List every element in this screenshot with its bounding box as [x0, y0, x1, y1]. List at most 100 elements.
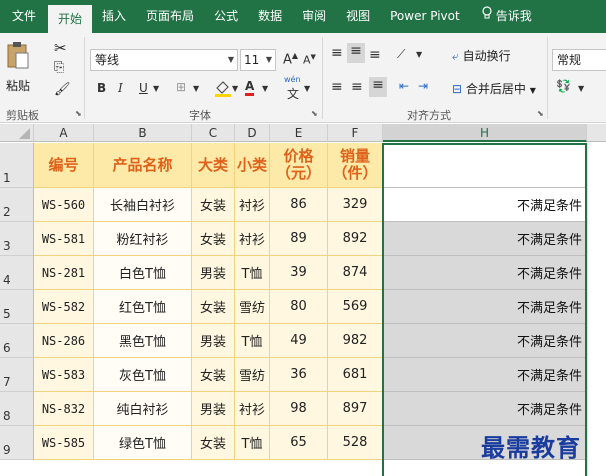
cell-subcategory[interactable]: 雪纺	[235, 290, 270, 324]
underline-button[interactable]: U	[139, 81, 148, 95]
orientation-icon[interactable]: ⟋	[397, 47, 405, 62]
clipboard-launcher-icon[interactable]: ⬊	[75, 109, 82, 118]
row-header[interactable]: 5	[0, 290, 34, 324]
cell-h-result[interactable]: 不满足条件	[383, 222, 586, 256]
cell-category[interactable]: 女装	[192, 290, 235, 324]
cell-h-result[interactable]: 不满足条件	[383, 290, 586, 324]
cell-h-result[interactable]: 不满足条件	[383, 188, 586, 222]
cell-product-name[interactable]: 黑色T恤	[94, 324, 192, 358]
align-top-icon[interactable]: ≡	[331, 45, 343, 61]
cell-sales[interactable]: 897	[328, 392, 383, 426]
row-header-1[interactable]: 1	[0, 143, 34, 188]
column-header-a[interactable]: A	[34, 124, 94, 142]
row-header[interactable]: 8	[0, 392, 34, 426]
cell-h-result[interactable]: 不满足条件	[383, 358, 586, 392]
cell-id[interactable]: WS-583	[34, 358, 94, 392]
chevron-down-icon[interactable]: ▼	[262, 84, 268, 93]
header-cell-sales[interactable]: 销量 （件）	[328, 143, 383, 188]
row-header[interactable]: 6	[0, 324, 34, 358]
cell-subcategory[interactable]: 衬衫	[235, 188, 270, 222]
column-header-d[interactable]: D	[235, 124, 270, 142]
tab-formulas[interactable]: 公式	[204, 0, 248, 33]
column-header-next[interactable]	[587, 124, 606, 142]
paste-button[interactable]: 粘贴	[6, 77, 30, 94]
cell-id[interactable]: WS-560	[34, 188, 94, 222]
wrap-text-button[interactable]: ⤶ 自动换行	[452, 47, 511, 64]
cell-product-name[interactable]: 灰色T恤	[94, 358, 192, 392]
cell-price[interactable]: 39	[270, 256, 328, 290]
column-header-f[interactable]: F	[328, 124, 383, 142]
row-header[interactable]: 2	[0, 188, 34, 222]
cell-sales[interactable]: 329	[328, 188, 383, 222]
chevron-down-icon[interactable]: ▼	[153, 84, 159, 93]
row-header[interactable]: 4	[0, 256, 34, 290]
header-cell-id[interactable]: 编号	[34, 143, 94, 188]
header-cell-h[interactable]	[383, 143, 586, 188]
alignment-launcher-icon[interactable]: ⬊	[537, 109, 544, 118]
cut-icon[interactable]: ✂	[54, 39, 67, 57]
align-middle-icon[interactable]: ≡	[347, 43, 365, 63]
tab-page-layout[interactable]: 页面布局	[136, 0, 204, 33]
cell-subcategory[interactable]: T恤	[235, 256, 270, 290]
cell-product-name[interactable]: 绿色T恤	[94, 426, 192, 460]
cell-price[interactable]: 98	[270, 392, 328, 426]
cell-subcategory[interactable]: 雪纺	[235, 358, 270, 392]
italic-button[interactable]: I	[118, 81, 123, 95]
number-format-select[interactable]: 常规	[552, 49, 606, 71]
cell-sales[interactable]: 982	[328, 324, 383, 358]
chevron-down-icon[interactable]: ▼	[578, 84, 584, 93]
font-color-button[interactable]: A	[245, 79, 255, 96]
cell-sales[interactable]: 569	[328, 290, 383, 324]
row-header[interactable]: 9	[0, 426, 34, 460]
decrease-indent-icon[interactable]: ⇤	[399, 79, 409, 93]
cell-category[interactable]: 女装	[192, 222, 235, 256]
paste-icon[interactable]	[6, 41, 30, 71]
cell-product-name[interactable]: 红色T恤	[94, 290, 192, 324]
cell-product-name[interactable]: 长袖白衬衫	[94, 188, 192, 222]
cell-sales[interactable]: 528	[328, 426, 383, 460]
cell-price[interactable]: 49	[270, 324, 328, 358]
cell-id[interactable]: NS-832	[34, 392, 94, 426]
chevron-down-icon[interactable]: ▼	[304, 84, 310, 93]
cell-id[interactable]: NS-281	[34, 256, 94, 290]
cell-category[interactable]: 女装	[192, 188, 235, 222]
chevron-down-icon[interactable]: ▼	[232, 84, 238, 93]
cell-subcategory[interactable]: T恤	[235, 324, 270, 358]
column-header-c[interactable]: C	[192, 124, 235, 142]
cell-price[interactable]: 89	[270, 222, 328, 256]
cell-sales[interactable]: 892	[328, 222, 383, 256]
cell-category[interactable]: 女装	[192, 426, 235, 460]
cell-id[interactable]: WS-582	[34, 290, 94, 324]
tab-view[interactable]: 视图	[336, 0, 380, 33]
cell-id[interactable]: WS-585	[34, 426, 94, 460]
cell-category[interactable]: 男装	[192, 324, 235, 358]
cell-h-result[interactable]: 不满足条件	[383, 324, 586, 358]
merge-center-button[interactable]: ⊟ 合并后居中 ▼	[452, 80, 536, 97]
align-center-icon[interactable]: ≡	[351, 79, 363, 95]
phonetic-guide-button[interactable]: 文	[287, 85, 299, 102]
font-name-select[interactable]: 等线 ▼	[90, 49, 238, 71]
align-bottom-icon[interactable]: ≡	[369, 47, 381, 63]
cell-product-name[interactable]: 粉红衬衫	[94, 222, 192, 256]
select-all-corner[interactable]	[0, 124, 34, 142]
bold-button[interactable]: B	[97, 81, 106, 95]
increase-indent-icon[interactable]: ⇥	[418, 79, 428, 93]
row-header[interactable]: 7	[0, 358, 34, 392]
cell-product-name[interactable]: 白色T恤	[94, 256, 192, 290]
tab-data[interactable]: 数据	[248, 0, 292, 33]
cell-id[interactable]: WS-581	[34, 222, 94, 256]
cell-price[interactable]: 65	[270, 426, 328, 460]
cell-id[interactable]: NS-286	[34, 324, 94, 358]
column-header-h[interactable]: H	[383, 124, 587, 142]
cell-price[interactable]: 86	[270, 188, 328, 222]
cell-subcategory[interactable]: 衬衫	[235, 392, 270, 426]
tell-me-search[interactable]: 告诉我	[470, 0, 542, 33]
border-icon[interactable]: ⊞	[176, 80, 186, 94]
tab-review[interactable]: 审阅	[292, 0, 336, 33]
align-right-icon[interactable]: ≡	[369, 77, 387, 97]
cell-h-result[interactable]: 不满足条件	[383, 392, 586, 426]
cell-subcategory[interactable]: 衬衫	[235, 222, 270, 256]
tab-home[interactable]: 开始	[48, 5, 93, 33]
header-cell-subcategory[interactable]: 小类	[235, 143, 270, 188]
format-painter-icon[interactable]: 🖌	[54, 82, 71, 97]
